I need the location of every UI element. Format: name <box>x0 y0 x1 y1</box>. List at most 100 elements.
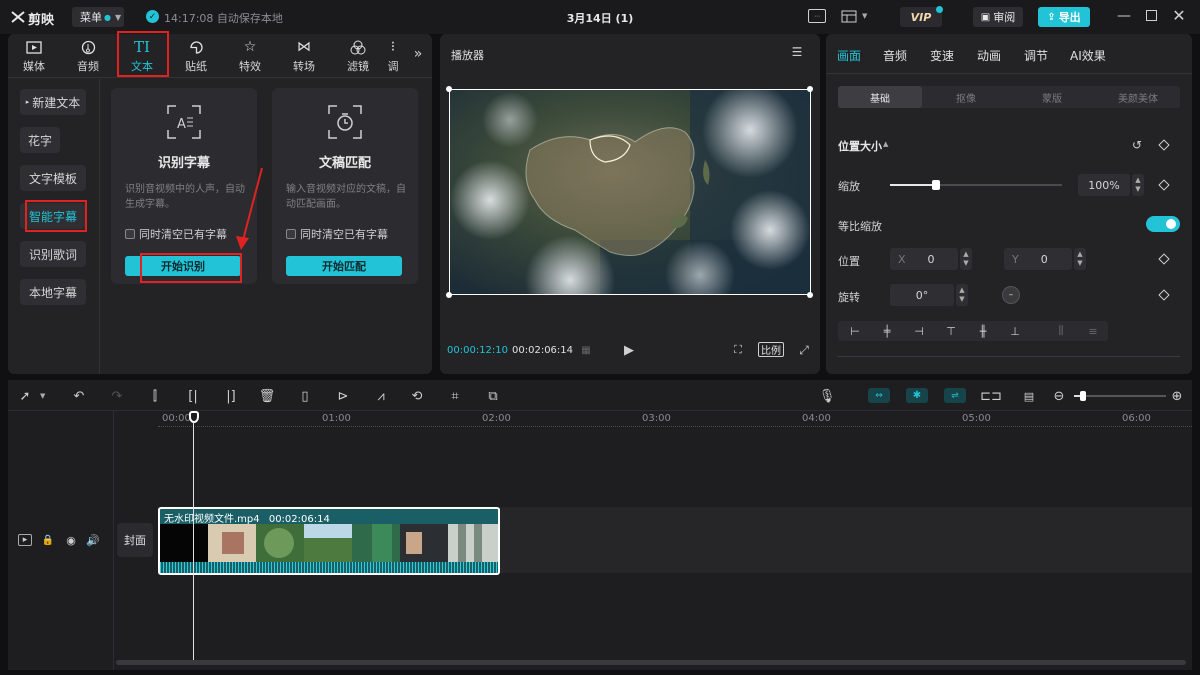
export-button[interactable]: ⇪ 导出 <box>1038 7 1090 27</box>
scale-value[interactable]: 100% <box>1078 174 1130 196</box>
grid-icon[interactable]: ▦ <box>576 343 596 357</box>
script-match-card[interactable]: 文稿匹配 输入音视频对应的文稿，自动匹配画面。 同时清空已有字幕 开始匹配 <box>272 88 418 284</box>
align-top-icon[interactable]: ⊤ <box>938 323 964 339</box>
checkbox-box[interactable] <box>125 229 135 239</box>
rotation-dial[interactable]: – <box>1002 286 1020 304</box>
sidebar-item-recognize-lyrics[interactable]: 识别歌词 <box>20 241 86 267</box>
layout-chevron-icon[interactable]: ▼ <box>862 12 867 20</box>
split-right-icon[interactable]: |] <box>220 386 242 406</box>
subtab-basic[interactable]: 基础 <box>838 86 922 108</box>
microphone-icon[interactable]: 🎙 <box>816 386 838 406</box>
position-y-stepper[interactable]: ▲ ▼ <box>1074 248 1086 270</box>
checkbox-box[interactable] <box>286 229 296 239</box>
fullscreen-icon[interactable]: ⤢ <box>797 343 811 357</box>
crop-icon[interactable]: ⌗ <box>444 386 466 406</box>
keyboard-icon[interactable]: ⋯ <box>808 9 826 23</box>
more-tabs-icon[interactable]: » <box>410 46 426 62</box>
track-video-icon[interactable]: ▸ <box>18 534 32 546</box>
position-x-field[interactable]: X 0 <box>890 248 958 270</box>
position-y-field[interactable]: Y 0 <box>1004 248 1072 270</box>
eye-icon[interactable]: ◉ <box>64 534 78 547</box>
close-icon[interactable]: ✕ <box>1172 6 1186 25</box>
align-bottom-icon[interactable]: ⊥ <box>1002 323 1028 339</box>
sidebar-item-fancy-text[interactable]: 花字 <box>20 127 60 153</box>
sidebar-item-local-subtitles[interactable]: 本地字幕 <box>20 279 86 305</box>
tab-audio[interactable]: 音频 <box>62 36 114 76</box>
tab-transition[interactable]: ⋈ 转场 <box>278 36 330 76</box>
time-ruler[interactable] <box>158 411 1192 427</box>
start-match-button[interactable]: 开始匹配 <box>286 256 402 276</box>
tab-adjustment[interactable]: 调节 <box>1024 47 1048 64</box>
delete-icon[interactable]: 🗑 <box>256 386 278 406</box>
tab-sticker[interactable]: 贴纸 <box>170 36 222 76</box>
align-left-icon[interactable]: ⊢ <box>842 323 868 339</box>
resize-handle[interactable] <box>446 86 452 92</box>
tab-adjust[interactable]: ⁝ 调 <box>386 36 400 76</box>
reset-icon[interactable]: ↺ <box>1130 138 1144 152</box>
redo-icon[interactable]: ↷ <box>106 386 128 406</box>
thumbnail-icon[interactable]: ▤ <box>1018 386 1040 406</box>
resize-handle[interactable] <box>807 292 813 298</box>
reverse-icon[interactable]: ⊳ <box>332 386 354 406</box>
rotate-icon[interactable]: ⟲ <box>406 386 428 406</box>
keyframe-icon[interactable] <box>1158 289 1170 301</box>
tab-filter[interactable]: 滤镜 <box>332 36 384 76</box>
tab-effects[interactable]: ☆ 特效 <box>224 36 276 76</box>
rotation-field[interactable]: 0° <box>890 284 954 306</box>
sidebar-item-text-template[interactable]: 文字模板 <box>20 165 86 191</box>
subtab-cutout[interactable]: 抠像 <box>924 86 1008 108</box>
play-icon[interactable]: ▶ <box>621 342 637 358</box>
collapse-icon[interactable]: ▲ <box>883 140 888 148</box>
video-clip[interactable]: 无水印视频文件.mp4 00:02:06:14 <box>158 507 500 575</box>
rotation-stepper[interactable]: ▲ ▼ <box>956 284 968 306</box>
uniform-scale-toggle[interactable] <box>1146 216 1180 232</box>
preview-axis-icon[interactable]: ⊏⊐ <box>980 386 1002 406</box>
tab-picture[interactable]: 画面 <box>837 47 861 64</box>
layout-icon[interactable] <box>841 9 857 23</box>
align-center-v-icon[interactable]: ╫ <box>970 323 996 339</box>
player-menu-icon[interactable]: ☰ <box>790 45 804 59</box>
recognize-clear-checkbox[interactable]: 同时清空已有字幕 <box>125 226 227 242</box>
keyframe-icon[interactable] <box>1158 253 1170 265</box>
match-clear-checkbox[interactable]: 同时清空已有字幕 <box>286 226 388 242</box>
zoom-slider[interactable] <box>1074 391 1166 401</box>
picture-in-picture-icon[interactable]: ⧉ <box>482 386 504 406</box>
scale-slider-knob[interactable] <box>932 180 941 190</box>
linkage-icon[interactable]: ⇌ <box>944 388 966 403</box>
resize-handle[interactable] <box>807 86 813 92</box>
scale-stepper[interactable]: ▲ ▼ <box>1132 174 1144 196</box>
fit-view-icon[interactable]: ⛶ <box>730 343 746 357</box>
resize-handle[interactable] <box>446 292 452 298</box>
playhead-handle[interactable] <box>189 411 199 423</box>
undo-icon[interactable]: ↶ <box>68 386 90 406</box>
mirror-icon[interactable]: ⩘ <box>370 386 392 406</box>
zoom-slider-knob[interactable] <box>1080 391 1086 401</box>
tab-animation[interactable]: 动画 <box>977 47 1001 64</box>
split-left-icon[interactable]: [| <box>182 386 204 406</box>
lock-icon[interactable]: 🔒 <box>42 534 54 546</box>
zoom-in-icon[interactable]: ⊕ <box>1166 386 1188 406</box>
position-x-stepper[interactable]: ▲ ▼ <box>960 248 972 270</box>
tab-ai-effects[interactable]: AI效果 <box>1070 47 1106 64</box>
distribute-v-icon[interactable]: ≡ <box>1080 323 1106 339</box>
keyframe-icon[interactable] <box>1158 179 1170 191</box>
tab-speed[interactable]: 变速 <box>930 47 954 64</box>
menu-button[interactable]: 菜单 ● ▼ <box>72 7 124 27</box>
sidebar-item-new-text[interactable]: ▸ 新建文本 <box>20 89 86 115</box>
minimize-icon[interactable]: — <box>1117 8 1131 24</box>
freeze-icon[interactable]: ▯ <box>294 386 316 406</box>
ratio-button[interactable]: 比例 <box>758 342 784 357</box>
auto-snap-icon[interactable]: ✱ <box>906 388 928 403</box>
align-center-h-icon[interactable]: ╪ <box>874 323 900 339</box>
tab-prop-audio[interactable]: 音频 <box>883 47 907 64</box>
tab-media[interactable]: 媒体 <box>8 36 60 76</box>
speaker-icon[interactable]: 🔊 <box>86 534 100 547</box>
split-icon[interactable]: ⫿ <box>144 386 166 406</box>
subtab-beauty[interactable]: 美颜美体 <box>1096 86 1180 108</box>
subtab-mask[interactable]: 蒙版 <box>1010 86 1094 108</box>
align-right-icon[interactable]: ⊣ <box>906 323 932 339</box>
cover-button[interactable]: 封面 <box>117 523 153 557</box>
video-preview[interactable] <box>449 89 811 295</box>
select-chevron-icon[interactable]: ▼ <box>40 392 45 400</box>
main-track-magnet-icon[interactable]: ⇔ <box>868 388 890 403</box>
